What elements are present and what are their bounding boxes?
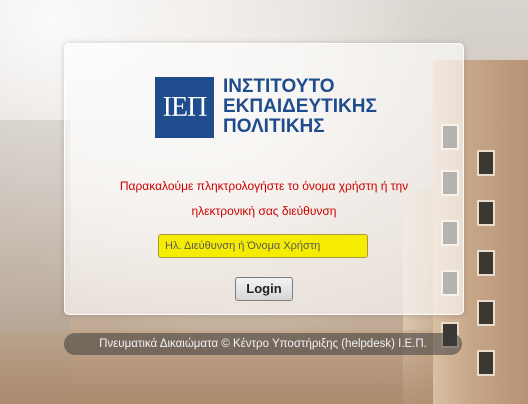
building-window — [477, 150, 495, 176]
login-panel: ΙΕΠ ΙΝΣΤΙΤΟΥΤΟ ΕΚΠΑΙΔΕΥΤΙΚΗΣ ΠΟΛΙΤΙΚΗΣ Π… — [64, 43, 464, 315]
username-or-email-input[interactable] — [158, 234, 368, 258]
logo-mark: ΙΕΠ — [155, 77, 214, 138]
instruction-line-2: ηλεκτρονική σας διεύθυνση — [191, 204, 337, 218]
building-window — [477, 200, 495, 226]
institute-logo: ΙΕΠ ΙΝΣΤΙΤΟΥΤΟ ΕΚΠΑΙΔΕΥΤΙΚΗΣ ΠΟΛΙΤΙΚΗΣ — [155, 77, 395, 142]
logo-wordmark: ΙΝΣΤΙΤΟΥΤΟ ΕΚΠΑΙΔΕΥΤΙΚΗΣ ΠΟΛΙΤΙΚΗΣ — [223, 77, 377, 137]
instruction-message: Παρακαλούμε πληκτρολογήστε το όνομα χρήσ… — [75, 174, 453, 224]
logo-line-3: ΠΟΛΙΤΙΚΗΣ — [223, 116, 325, 137]
copyright-footer: Πνευματικά Δικαιώματα © Κέντρο Υποστήριξ… — [64, 333, 462, 355]
building-window — [477, 250, 495, 276]
building-window — [477, 300, 495, 326]
logo-line-2: ΕΚΠΑΙΔΕΥΤΙΚΗΣ — [223, 96, 377, 117]
building-window — [477, 350, 495, 376]
login-button[interactable]: Login — [235, 277, 293, 301]
logo-line-1: ΙΝΣΤΙΤΟΥΤΟ — [223, 76, 335, 97]
instruction-line-1: Παρακαλούμε πληκτρολογήστε το όνομα χρήσ… — [119, 179, 409, 193]
